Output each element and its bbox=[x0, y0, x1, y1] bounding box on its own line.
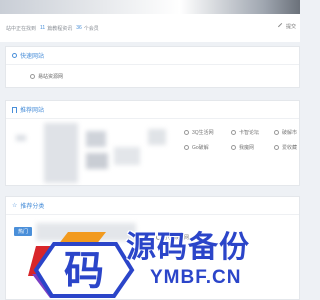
globe-icon bbox=[184, 145, 189, 150]
recommended-sites-title: 推荐网站 bbox=[20, 108, 45, 114]
blurred-site-entry[interactable] bbox=[86, 153, 108, 169]
blurred-site-entry[interactable] bbox=[148, 129, 166, 145]
site-label: 爱收藏 bbox=[282, 145, 298, 151]
watermark-title-cn: 源码备份 bbox=[126, 230, 250, 265]
site-item-wemo[interactable]: 我魔网 bbox=[231, 144, 254, 151]
globe-icon bbox=[274, 130, 279, 135]
site-label: 3Q生活网 bbox=[192, 130, 214, 136]
category-title: 推荐分类 bbox=[20, 204, 45, 210]
articles-label: 篇教程资讯 bbox=[47, 25, 73, 32]
site-item-3q[interactable]: 3Q生活网 bbox=[184, 129, 214, 136]
globe-icon bbox=[184, 130, 189, 135]
quick-site-link[interactable]: 易站资源网 bbox=[30, 73, 63, 80]
globe-icon bbox=[231, 145, 236, 150]
submit-label: 提交 bbox=[285, 24, 296, 30]
site-label: 卡智论坛 bbox=[239, 130, 260, 136]
site-label: 破解市 bbox=[282, 130, 298, 136]
site-item-collect[interactable]: 爱收藏 bbox=[274, 144, 297, 151]
globe-icon bbox=[231, 130, 236, 135]
stats-prefix: 站中正在找到 bbox=[6, 25, 37, 32]
globe-icon bbox=[274, 145, 279, 150]
watermark-title-en: YMBF.CN bbox=[150, 267, 242, 288]
site-item-crack[interactable]: 破解市 bbox=[274, 129, 297, 136]
site-item-go[interactable]: Go破解 bbox=[184, 144, 209, 151]
quick-site-label: 易站资源网 bbox=[38, 74, 64, 80]
star-icon: ☆ bbox=[12, 202, 18, 209]
globe-icon bbox=[12, 53, 17, 58]
blurred-site-entry[interactable] bbox=[114, 147, 140, 165]
quick-sites-header: 快速网站 bbox=[6, 47, 299, 65]
quick-sites-title: 快速网站 bbox=[20, 54, 45, 60]
header-banner-image bbox=[0, 0, 300, 14]
blurred-site-entry[interactable] bbox=[44, 123, 78, 183]
blurred-site-icon bbox=[16, 135, 26, 141]
members-label: 个会员 bbox=[83, 25, 99, 32]
bookmark-icon bbox=[12, 106, 17, 113]
recommended-sites-header: 推荐网站 bbox=[6, 101, 299, 119]
members-count: 36 bbox=[76, 25, 82, 31]
quick-sites-card: 快速网站 易站资源网 bbox=[5, 46, 300, 88]
globe-icon bbox=[30, 74, 35, 79]
blurred-site-entry[interactable] bbox=[86, 131, 106, 147]
site-label: Go破解 bbox=[192, 145, 209, 151]
logo-character: 码 bbox=[64, 248, 104, 294]
articles-count: 11 bbox=[40, 25, 46, 31]
site-item-forum[interactable]: 卡智论坛 bbox=[231, 129, 259, 136]
site-stats-bar: 站中正在找到 11 篇教程资讯 36 个会员 提交 bbox=[0, 14, 300, 42]
submit-site-button[interactable]: 提交 bbox=[277, 22, 296, 31]
pencil-icon bbox=[277, 22, 286, 31]
category-header: ☆ 推荐分类 bbox=[6, 197, 299, 215]
recommended-sites-card: 推荐网站 3Q生活网 卡智论坛 破解市 Go破解 我魔网 爱收藏 bbox=[5, 100, 300, 186]
site-label: 我魔网 bbox=[239, 145, 255, 151]
